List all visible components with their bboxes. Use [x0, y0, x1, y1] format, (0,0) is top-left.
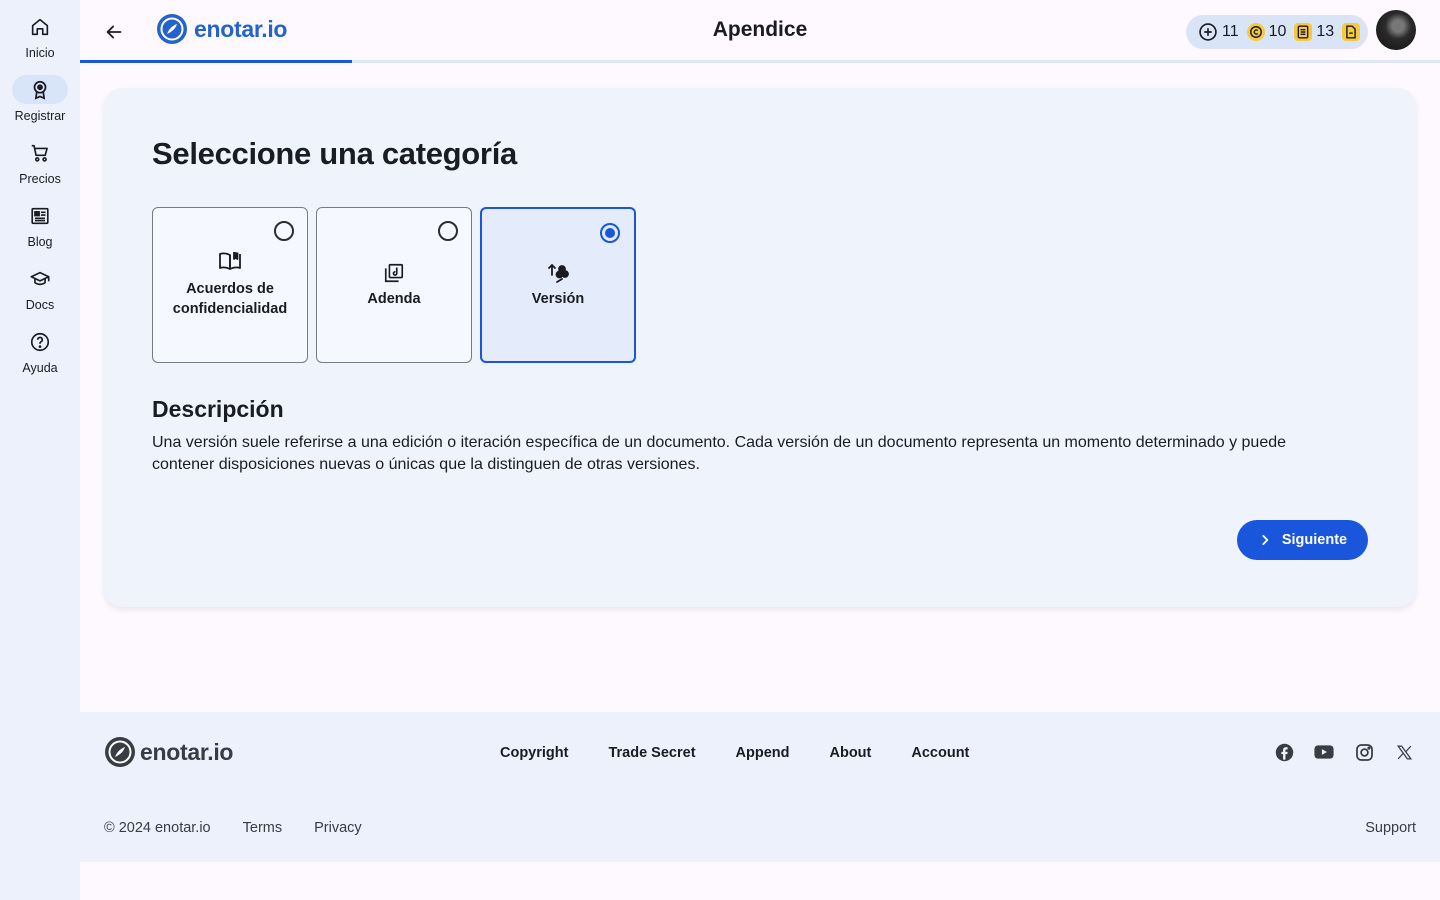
credit-count: 13 — [1316, 23, 1335, 40]
footer-logo[interactable]: enotar.io — [104, 736, 233, 768]
sidebar-item-label: Precios — [19, 172, 61, 186]
sidebar-item-label: Inicio — [25, 46, 55, 60]
radio-button[interactable] — [274, 221, 294, 241]
newspaper-icon — [12, 201, 68, 230]
credit-count: 11 — [1222, 23, 1239, 40]
footer-link-support[interactable]: Support — [1365, 820, 1416, 836]
option-version[interactable]: Versión — [480, 207, 636, 363]
sidebar-item-registrar[interactable]: Registrar — [0, 63, 80, 123]
footer-links: Copyright Trade Secret Append About Acco… — [500, 745, 969, 761]
section-title: Seleccione una categoría — [152, 136, 517, 171]
chevron-right-icon — [1262, 535, 1269, 545]
sidebar-item-docs[interactable]: Docs — [0, 252, 80, 312]
sidebar-item-label: Blog — [27, 235, 53, 249]
credit-count: 10 — [1268, 23, 1287, 40]
top-bar: enotar.io Apendice 11 10 13 — [80, 0, 1440, 64]
logo[interactable]: enotar.io — [156, 13, 287, 45]
logo-text: enotar.io — [194, 15, 288, 42]
footer-link-privacy[interactable]: Privacy — [314, 820, 362, 836]
footer-link-append[interactable]: Append — [736, 745, 790, 761]
instagram-icon[interactable] — [1354, 742, 1374, 762]
facebook-icon[interactable] — [1274, 742, 1294, 762]
add-credit-icon[interactable] — [1198, 22, 1218, 42]
footer-link-account[interactable]: Account — [911, 745, 969, 761]
back-button[interactable] — [98, 16, 130, 48]
youtube-icon[interactable] — [1314, 742, 1334, 762]
enotar-logo-icon — [105, 737, 135, 767]
help-circle-icon — [12, 327, 68, 356]
sidebar-item-inicio[interactable]: Inicio — [0, 0, 80, 60]
option-acuerdos-de-confidencialidad[interactable]: Acuerdos de confidencialidad — [152, 207, 308, 363]
footer-link-about[interactable]: About — [830, 745, 872, 761]
avatar[interactable] — [1376, 10, 1416, 50]
option-label: Adenda — [367, 291, 421, 307]
next-button[interactable]: Siguiente — [1237, 520, 1368, 560]
sidebar-item-precios[interactable]: Precios — [0, 126, 80, 186]
radio-button[interactable] — [438, 221, 458, 241]
home-icon — [12, 12, 68, 41]
footer-link-copyright[interactable]: Copyright — [500, 745, 568, 761]
copyright-text: © 2024 enotar.io — [104, 820, 211, 836]
sidebar-item-ayuda[interactable]: Ayuda — [0, 315, 80, 375]
document-coin-icon — [1294, 23, 1313, 41]
cart-icon — [12, 138, 68, 167]
arrow-left-icon — [106, 25, 122, 39]
option-label: Acuerdos de confidencialidad — [172, 281, 288, 317]
sidebar-item-label: Ayuda — [22, 361, 58, 375]
category-card: Seleccione una categoría Acuerdos de conf… — [104, 88, 1416, 607]
sidebar-item-label: Registrar — [14, 109, 66, 123]
footer-link-trade-secret[interactable]: Trade Secret — [608, 745, 695, 761]
graduation-cap-icon — [12, 264, 68, 293]
copyright-coin-icon — [1246, 23, 1265, 41]
radio-button-selected[interactable] — [600, 223, 620, 243]
footer-bottom: © 2024 enotar.io Terms Privacy — [104, 820, 362, 836]
option-adenda[interactable]: Adenda — [316, 207, 472, 363]
description-text: Una versión suele referirse a una edició… — [152, 434, 1287, 473]
credits-bar[interactable]: 11 10 13 — [1186, 15, 1368, 49]
description-title: Descripción — [152, 396, 284, 422]
next-button-label: Siguiente — [1281, 532, 1348, 548]
stacked-documents-icon — [317, 262, 471, 284]
footer-link-terms[interactable]: Terms — [243, 820, 282, 836]
social-links — [1274, 742, 1414, 762]
option-label: Versión — [531, 291, 585, 307]
versions-icon — [482, 262, 634, 284]
award-icon — [12, 75, 68, 104]
sidebar-item-label: Docs — [25, 298, 55, 312]
progress-bar — [80, 60, 352, 63]
sidebar-item-blog[interactable]: Blog — [0, 189, 80, 249]
file-coin-icon — [1342, 23, 1361, 41]
open-book-icon — [153, 250, 307, 272]
footer: enotar.io Copyright Trade Secret Append … — [80, 712, 1440, 862]
footer-logo-text: enotar.io — [140, 738, 234, 765]
sidebar: Inicio Registrar Precios Blog Docs Ayuda — [0, 0, 80, 900]
x-icon[interactable] — [1394, 742, 1414, 762]
enotar-logo-icon — [157, 14, 187, 44]
